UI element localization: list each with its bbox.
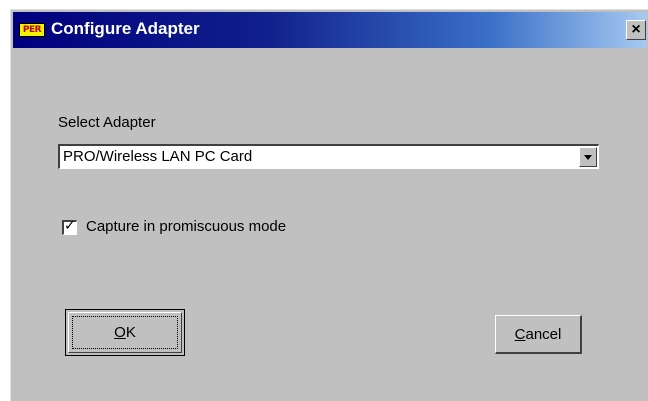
- adapter-dropdown-button[interactable]: [579, 147, 597, 167]
- checkmark-icon: ✓: [64, 218, 76, 234]
- cancel-button[interactable]: Cancel: [495, 315, 582, 354]
- title-bar[interactable]: PER Configure Adapter: [13, 12, 647, 48]
- promiscuous-checkbox[interactable]: ✓: [62, 218, 77, 235]
- app-icon: PER: [19, 23, 45, 37]
- close-button[interactable]: ×: [626, 20, 646, 40]
- ok-button-label: OK: [66, 324, 184, 341]
- cancel-button-label: Cancel: [496, 326, 580, 343]
- select-adapter-label: Select Adapter: [58, 114, 156, 131]
- cancel-label-rest: ancel: [525, 326, 562, 343]
- ok-mnemonic: O: [114, 324, 126, 341]
- ok-button[interactable]: OK: [65, 309, 185, 356]
- configure-adapter-dialog: PER Configure Adapter × Select Adapter P…: [10, 9, 648, 401]
- adapter-select-value: PRO/Wireless LAN PC Card: [63, 148, 253, 165]
- promiscuous-label[interactable]: Capture in promiscuous mode: [86, 218, 286, 235]
- ok-label-rest: K: [125, 324, 136, 341]
- chevron-down-icon: [584, 155, 592, 160]
- adapter-select[interactable]: PRO/Wireless LAN PC Card: [58, 144, 599, 169]
- cancel-mnemonic: C: [514, 326, 526, 343]
- window-title: Configure Adapter: [51, 19, 200, 38]
- close-icon: ×: [631, 21, 641, 38]
